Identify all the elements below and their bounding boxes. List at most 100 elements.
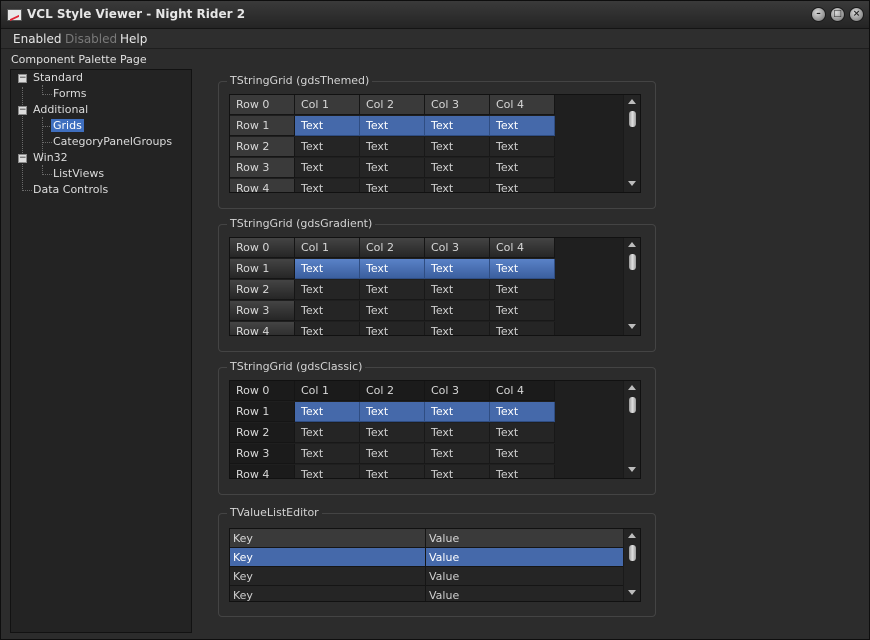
scroll-up-icon[interactable]	[628, 99, 636, 104]
grid-row-header[interactable]: Row 1	[230, 116, 295, 136]
scroll-down-icon[interactable]	[628, 324, 636, 329]
grid-header-cell[interactable]: Col 4	[490, 238, 555, 258]
grid-cell[interactable]: Text	[490, 402, 555, 422]
grid-header-cell[interactable]: Col 2	[360, 95, 425, 115]
tree-item-categorypanelgroups[interactable]: CategoryPanelGroups	[53, 135, 172, 148]
grid-header-cell[interactable]: Col 3	[425, 381, 490, 401]
string-grid-classic[interactable]: Row 0 Col 1 Col 2 Col 3 Col 4 Row 1 Text…	[229, 380, 641, 479]
grid-cell[interactable]: Text	[295, 158, 360, 178]
tree-item-win32[interactable]: Win32	[33, 151, 68, 164]
grid-cell[interactable]: Text	[490, 280, 555, 300]
maximize-icon[interactable]: □	[830, 7, 845, 22]
grid-cell[interactable]: Text	[360, 137, 425, 157]
scroll-down-icon[interactable]	[628, 181, 636, 186]
grid-cell[interactable]: Text	[295, 322, 360, 335]
grid-row-header[interactable]: Row 3	[230, 158, 295, 178]
scroll-thumb[interactable]	[629, 545, 636, 561]
string-grid-gradient[interactable]: Row 0 Col 1 Col 2 Col 3 Col 4 Row 1 Text…	[229, 237, 641, 336]
title-bar[interactable]: VCL Style Viewer - Night Rider 2 – □ ×	[1, 1, 869, 29]
vle-value-cell[interactable]: Value	[426, 567, 624, 586]
grid-row-header[interactable]: Row 4	[230, 179, 295, 192]
grid-cell[interactable]: Text	[295, 423, 360, 443]
grid-header-cell[interactable]: Col 1	[295, 95, 360, 115]
grid-cell[interactable]: Text	[425, 259, 490, 279]
grid-header-cell[interactable]: Col 2	[360, 381, 425, 401]
vle-value-cell[interactable]: Value	[426, 548, 624, 567]
grid-header-cell[interactable]: Col 1	[295, 238, 360, 258]
scroll-down-icon[interactable]	[628, 467, 636, 472]
grid-cell[interactable]: Text	[360, 280, 425, 300]
tree-item-standard[interactable]: Standard	[33, 71, 83, 84]
grid-cell[interactable]: Text	[490, 465, 555, 478]
grid-row-header[interactable]: Row 4	[230, 465, 295, 478]
grid-cell[interactable]: Text	[360, 402, 425, 422]
collapse-icon[interactable]: −	[18, 154, 27, 163]
grid-row-header[interactable]: Row 4	[230, 322, 295, 335]
menu-enabled[interactable]: Enabled	[13, 32, 62, 46]
grid-cell[interactable]: Text	[360, 423, 425, 443]
grid-cell[interactable]: Text	[425, 444, 490, 464]
grid-row-header[interactable]: Row 2	[230, 423, 295, 443]
tree-item-grids[interactable]: Grids	[51, 119, 84, 132]
grid-cell[interactable]: Text	[490, 444, 555, 464]
grid-header-cell[interactable]: Col 2	[360, 238, 425, 258]
grid-cell[interactable]: Text	[360, 465, 425, 478]
grid-cell[interactable]: Text	[425, 280, 490, 300]
grid-cell[interactable]: Text	[425, 179, 490, 192]
vle-header-value[interactable]: Value	[426, 529, 624, 548]
grid-cell[interactable]: Text	[490, 259, 555, 279]
collapse-icon[interactable]: −	[18, 74, 27, 83]
vertical-scrollbar[interactable]	[623, 529, 640, 601]
minimize-icon[interactable]: –	[811, 7, 826, 22]
grid-cell[interactable]: Text	[425, 465, 490, 478]
string-grid-themed[interactable]: Row 0 Col 1 Col 2 Col 3 Col 4 Row 1 Text…	[229, 94, 641, 193]
grid-cell[interactable]: Text	[295, 280, 360, 300]
grid-header-cell[interactable]: Col 4	[490, 95, 555, 115]
grid-cell[interactable]: Text	[425, 137, 490, 157]
tree-item-additional[interactable]: Additional	[33, 103, 88, 116]
scroll-thumb[interactable]	[629, 254, 636, 270]
scroll-thumb[interactable]	[629, 111, 636, 127]
vle-key-cell[interactable]: Key	[230, 567, 426, 586]
grid-cell[interactable]: Text	[360, 301, 425, 321]
grid-cell[interactable]: Text	[490, 158, 555, 178]
scroll-up-icon[interactable]	[628, 533, 636, 538]
value-list-editor[interactable]: Key Value Key Value Key Value Key Value	[229, 528, 641, 602]
vle-key-cell[interactable]: Key	[230, 548, 426, 567]
vle-key-cell[interactable]: Key	[230, 586, 426, 601]
grid-cell[interactable]: Text	[295, 116, 360, 136]
vertical-scrollbar[interactable]	[623, 381, 640, 478]
tree-item-listviews[interactable]: ListViews	[53, 167, 104, 180]
grid-header-cell[interactable]: Col 1	[295, 381, 360, 401]
grid-header-cell[interactable]: Col 4	[490, 381, 555, 401]
vertical-scrollbar[interactable]	[623, 95, 640, 192]
grid-cell[interactable]: Text	[490, 179, 555, 192]
vle-header-key[interactable]: Key	[230, 529, 426, 548]
grid-cell[interactable]: Text	[295, 465, 360, 478]
grid-cell[interactable]: Text	[295, 402, 360, 422]
component-tree[interactable]: − Standard Forms − Additional Grids Cate…	[10, 69, 192, 633]
menu-disabled[interactable]: Disabled	[65, 32, 117, 46]
grid-cell[interactable]: Text	[490, 423, 555, 443]
grid-cell[interactable]: Text	[360, 259, 425, 279]
grid-row-header[interactable]: Row 1	[230, 259, 295, 279]
grid-cell[interactable]: Text	[360, 158, 425, 178]
grid-cell[interactable]: Text	[490, 116, 555, 136]
grid-cell[interactable]: Text	[425, 322, 490, 335]
tree-item-data-controls[interactable]: Data Controls	[33, 183, 108, 196]
grid-cell[interactable]: Text	[425, 116, 490, 136]
grid-cell[interactable]: Text	[360, 179, 425, 192]
close-icon[interactable]: ×	[849, 7, 864, 22]
grid-cell[interactable]: Text	[490, 322, 555, 335]
grid-cell[interactable]: Text	[360, 322, 425, 335]
scroll-thumb[interactable]	[629, 397, 636, 413]
grid-cell[interactable]: Text	[360, 444, 425, 464]
grid-cell[interactable]: Text	[425, 158, 490, 178]
grid-cell[interactable]: Text	[360, 116, 425, 136]
grid-header-cell[interactable]: Col 3	[425, 238, 490, 258]
scroll-down-icon[interactable]	[628, 590, 636, 595]
collapse-icon[interactable]: −	[18, 106, 27, 115]
grid-cell[interactable]: Text	[425, 402, 490, 422]
menu-help[interactable]: Help	[120, 32, 147, 46]
vle-value-cell[interactable]: Value	[426, 586, 624, 601]
